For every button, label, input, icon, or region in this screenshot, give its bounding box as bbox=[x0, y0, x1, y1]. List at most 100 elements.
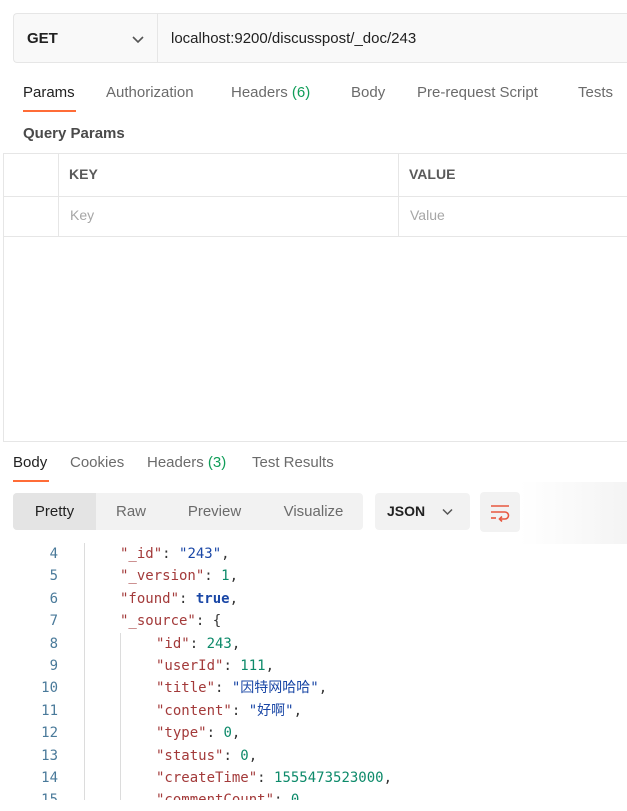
key-input[interactable]: Key bbox=[70, 207, 94, 223]
line-number: 9 bbox=[49, 658, 58, 674]
code-text: "title": "因特网哈哈", bbox=[156, 677, 327, 699]
line-number: 11 bbox=[41, 702, 58, 719]
json-value: { bbox=[212, 613, 222, 630]
json-colon: : bbox=[274, 792, 291, 800]
response-tab-body[interactable]: Body bbox=[13, 454, 47, 471]
json-key: "createTime" bbox=[156, 770, 258, 786]
json-key: "content" bbox=[156, 702, 232, 719]
json-colon: : bbox=[204, 568, 222, 585]
code-text: "commentCount": 0 bbox=[156, 789, 299, 800]
tab-params[interactable]: Params bbox=[23, 84, 75, 101]
response-tab-cookies[interactable]: Cookies bbox=[70, 454, 124, 471]
tab-prerequest-script[interactable]: Pre-request Script bbox=[417, 84, 538, 101]
view-visualize-button[interactable]: Visualize bbox=[275, 493, 352, 530]
json-colon: : bbox=[215, 680, 232, 697]
json-key: "_source" bbox=[120, 613, 196, 630]
json-punctuation: , bbox=[265, 658, 275, 674]
json-value: 0 bbox=[223, 725, 232, 742]
json-value: 0 bbox=[240, 747, 249, 764]
chevron-down-icon bbox=[442, 508, 453, 516]
code-text: "_version": 1, bbox=[120, 565, 238, 587]
line-number: 15 bbox=[0, 789, 58, 800]
response-tab-headers[interactable]: Headers (3) bbox=[147, 454, 226, 471]
request-bar: GET localhost:9200/discusspost/_doc/243 bbox=[13, 13, 627, 63]
line-number: 14 bbox=[41, 770, 58, 786]
response-body-viewer[interactable]: 4 "_id": "243", 5 "_version": 1, 6 "found": t… bbox=[0, 543, 627, 800]
json-punctuation: , bbox=[383, 770, 393, 786]
response-active-tab-indicator bbox=[13, 480, 49, 482]
code-line: 12 "type": 0, bbox=[0, 722, 627, 744]
value-column-header: VALUE bbox=[409, 166, 456, 182]
code-text: "_id": "243", bbox=[120, 543, 230, 565]
response-tab-headers-label: Headers bbox=[147, 454, 204, 471]
line-number: 10 bbox=[41, 680, 58, 697]
json-value: 1 bbox=[221, 568, 230, 585]
json-punctuation: , bbox=[229, 568, 239, 585]
active-tab-indicator bbox=[23, 110, 76, 112]
json-punctuation: , bbox=[231, 635, 241, 652]
json-value: "243" bbox=[179, 546, 222, 562]
tab-tests[interactable]: Tests bbox=[578, 84, 613, 101]
json-key: "title" bbox=[156, 680, 216, 697]
json-value: "好啊" bbox=[248, 702, 294, 719]
json-value: 243 bbox=[206, 635, 232, 652]
view-preview-button[interactable]: Preview bbox=[178, 493, 251, 530]
json-value: 111 bbox=[240, 658, 266, 674]
url-input[interactable]: localhost:9200/discusspost/_doc/243 bbox=[171, 30, 416, 47]
code-text: "found": true, bbox=[120, 588, 238, 610]
line-number: 4 bbox=[49, 546, 58, 562]
code-line: 10 "title": "因特网哈哈", bbox=[0, 677, 627, 699]
response-tab-test-results[interactable]: Test Results bbox=[252, 454, 334, 471]
code-text: "userId": 111, bbox=[156, 655, 274, 677]
code-line: 14 "createTime": 1555473523000, bbox=[0, 767, 627, 789]
line-number: 12 bbox=[41, 725, 58, 742]
tab-authorization[interactable]: Authorization bbox=[106, 84, 194, 101]
code-text: "status": 0, bbox=[156, 745, 257, 767]
code-line: 9 "userId": 111, bbox=[0, 655, 627, 677]
response-tab-headers-count: (3) bbox=[207, 454, 227, 471]
json-key: "found" bbox=[120, 590, 180, 607]
code-text: "_source": { bbox=[120, 610, 221, 632]
code-line: 5 "_version": 1, bbox=[0, 565, 627, 587]
json-key: "type" bbox=[156, 725, 207, 742]
view-raw-button[interactable]: Raw bbox=[100, 493, 162, 530]
table-top-border bbox=[3, 153, 627, 154]
response-divider[interactable] bbox=[3, 441, 627, 442]
json-colon: : bbox=[223, 747, 241, 764]
view-pretty-button[interactable]: Pretty bbox=[13, 493, 96, 530]
tab-body[interactable]: Body bbox=[351, 84, 385, 101]
value-input[interactable]: Value bbox=[410, 207, 445, 223]
json-punctuation: , bbox=[231, 725, 241, 742]
line-number: 6 bbox=[49, 590, 58, 607]
line-number: 5 bbox=[49, 568, 58, 585]
line-number: 7 bbox=[49, 613, 58, 630]
table-divider-check bbox=[58, 153, 59, 237]
wrap-lines-button[interactable] bbox=[480, 492, 520, 532]
tab-headers[interactable]: Headers (6) bbox=[231, 84, 310, 101]
json-colon: : bbox=[231, 702, 249, 719]
format-label: JSON bbox=[387, 503, 426, 519]
json-colon: : bbox=[189, 635, 207, 652]
json-colon: : bbox=[195, 613, 213, 630]
json-key: "_id" bbox=[120, 546, 163, 562]
json-colon: : bbox=[257, 770, 275, 786]
json-value: 1555473523000 bbox=[274, 770, 384, 786]
table-bottom-border bbox=[3, 236, 627, 237]
code-line: 15 "commentCount": 0 bbox=[0, 789, 627, 800]
json-punctuation: , bbox=[293, 702, 303, 719]
code-line: 7 "_source": { bbox=[0, 610, 627, 632]
code-text: "type": 0, bbox=[156, 722, 240, 744]
chevron-down-icon bbox=[132, 36, 144, 44]
view-mode-group: Pretty Raw Preview Visualize bbox=[13, 493, 363, 530]
scroll-shadow bbox=[520, 482, 627, 544]
json-colon: : bbox=[223, 658, 241, 674]
method-select[interactable]: GET bbox=[14, 14, 158, 62]
line-number: 8 bbox=[49, 635, 58, 652]
json-colon: : bbox=[206, 725, 224, 742]
json-punctuation: , bbox=[229, 590, 239, 607]
format-select[interactable]: JSON bbox=[375, 493, 470, 530]
code-text: "id": 243, bbox=[156, 633, 240, 655]
json-key: "_version" bbox=[120, 568, 205, 585]
json-colon: : bbox=[162, 546, 180, 562]
json-key: "status" bbox=[156, 747, 224, 764]
